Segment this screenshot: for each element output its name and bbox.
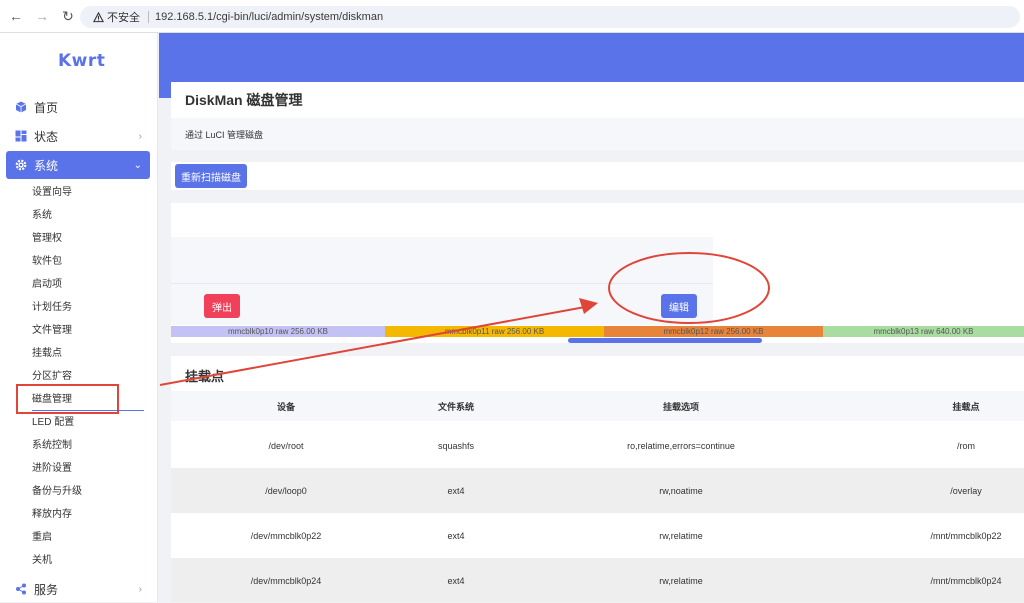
table-cell: /mnt/mmcblk0p22 — [930, 530, 1002, 541]
table-header: 设备 文件系统 挂载选项 挂载点 — [171, 391, 1024, 421]
url-text: 192.168.5.1/cgi-bin/luci/admin/system/di… — [155, 11, 384, 23]
table-cell: /dev/loop0 — [265, 485, 307, 496]
disk-actions-row — [171, 283, 713, 325]
table-cell: /dev/root — [268, 440, 304, 451]
gear-icon — [14, 158, 28, 172]
chevron-down-icon: ⌄ — [133, 159, 142, 171]
chevron-right-icon: › — [138, 583, 142, 595]
column-header: 挂载点 — [952, 401, 980, 412]
reload-icon[interactable]: ↻ — [58, 6, 78, 26]
horizontal-scrollbar[interactable] — [568, 338, 762, 343]
column-header: 文件系统 — [437, 401, 474, 412]
main-content: DiskMan 磁盘管理 通过 LuCI 管理磁盘 重新扫描磁盘 弹出 编辑 m… — [159, 33, 1024, 602]
table-cell: /dev/mmcblk0p22 — [250, 530, 322, 541]
table-cell: ext4 — [447, 575, 465, 586]
partition-bar[interactable]: mmcblk0p13 raw 640.00 KB — [823, 326, 1024, 337]
partition-bar[interactable]: mmcblk0p12 raw 256.00 KB — [604, 326, 823, 337]
table-cell: ro,relatime,errors=continue — [627, 440, 735, 451]
sidebar: Kwrt 首页 状态 › 系统 ⌄ 设置向导 系统 管理权 软件包 启动项 计划… — [0, 33, 158, 602]
forward-icon[interactable]: → — [32, 6, 52, 26]
sidebar-subitem[interactable]: 释放内存 — [32, 507, 72, 523]
table-cell: /dev/mmcblk0p24 — [250, 575, 322, 586]
dashboard-icon — [14, 129, 28, 143]
sidebar-item-label: 系统 — [34, 158, 59, 173]
page-title: DiskMan 磁盘管理 — [171, 82, 1024, 118]
cube-icon — [14, 100, 28, 114]
sidebar-subitem[interactable]: LED 配置 — [32, 415, 74, 431]
warning-icon — [92, 11, 104, 23]
page-description: 通过 LuCI 管理磁盘 — [171, 118, 1024, 150]
sidebar-subitem[interactable]: 进阶设置 — [32, 461, 72, 477]
table-row: /dev/root squashfs ro,relatime,errors=co… — [171, 423, 1024, 468]
partition-label: mmcblk0p10 raw 256.00 KB — [227, 327, 329, 336]
share-icon — [14, 582, 28, 596]
partition-label: mmcblk0p12 raw 256.00 KB — [663, 327, 764, 336]
sidebar-subitem[interactable]: 软件包 — [32, 254, 62, 270]
sidebar-item-label: 首页 — [34, 100, 59, 115]
table-row: /dev/loop0 ext4 rw,noatime /overlay — [171, 468, 1024, 513]
table-row: /dev/mmcblk0p24 ext4 rw,relatime /mnt/mm… — [171, 558, 1024, 602]
mounts-section: 挂载点 设备 文件系统 挂载选项 挂载点 /dev/root squashfs … — [171, 356, 1024, 602]
browser-toolbar: ← → ↻ 不安全 192.168.5.1/cgi-bin/luci/admin… — [0, 0, 1024, 33]
sidebar-subitem[interactable]: 系统 — [32, 208, 52, 224]
partition-bar[interactable]: mmcblk0p11 raw 256.00 KB — [385, 326, 604, 337]
annotation-highlight-box — [16, 384, 119, 414]
back-icon[interactable]: ← — [6, 6, 26, 26]
sidebar-subitem[interactable]: 重启 — [32, 530, 52, 546]
table-cell: ext4 — [447, 485, 465, 496]
sidebar-item-status[interactable]: 状态 › — [6, 122, 150, 150]
table-cell: /rom — [957, 440, 975, 451]
table-cell: /mnt/mmcblk0p24 — [930, 575, 1002, 586]
rescan-button[interactable]: 重新扫描磁盘 — [175, 164, 247, 188]
chevron-right-icon: › — [138, 130, 142, 142]
sidebar-item-services[interactable]: 服务 › — [6, 575, 150, 603]
partition-bar[interactable]: mmcblk0p10 raw 256.00 KB — [171, 326, 385, 337]
sidebar-item-home[interactable]: 首页 — [6, 93, 150, 121]
disk-section: 弹出 编辑 mmcblk0p10 raw 256.00 KB mmcblk0p1… — [171, 203, 1024, 343]
security-badge[interactable]: 不安全 — [86, 8, 146, 26]
logo: Kwrt — [58, 51, 106, 71]
rescan-section: 重新扫描磁盘 — [171, 162, 1024, 190]
table-cell: ext4 — [447, 530, 465, 541]
edit-button[interactable]: 编辑 — [661, 294, 697, 318]
sidebar-subitem[interactable]: 系统控制 — [32, 438, 72, 454]
sidebar-subitem[interactable]: 挂载点 — [32, 346, 62, 362]
table-cell: rw,relatime — [659, 575, 703, 586]
sidebar-subitem[interactable]: 备份与升级 — [32, 484, 82, 500]
table-cell: rw,relatime — [659, 530, 703, 541]
partition-label: mmcblk0p13 raw 640.00 KB — [873, 327, 974, 336]
sidebar-subitem[interactable]: 设置向导 — [32, 185, 72, 201]
eject-button[interactable]: 弹出 — [204, 294, 240, 318]
table-cell: squashfs — [437, 440, 475, 451]
table-cell: rw,noatime — [659, 485, 703, 496]
table-cell: /overlay — [950, 485, 982, 496]
sidebar-subitem[interactable]: 分区扩容 — [32, 369, 72, 385]
column-header: 挂载选项 — [662, 401, 699, 412]
security-label: 不安全 — [107, 12, 140, 24]
sidebar-item-label: 状态 — [34, 129, 59, 144]
sidebar-subitem[interactable]: 关机 — [32, 553, 52, 569]
address-bar[interactable]: 不安全 192.168.5.1/cgi-bin/luci/admin/syste… — [80, 6, 1020, 28]
column-header: 设备 — [276, 401, 295, 412]
section-title: 挂载点 — [185, 369, 225, 384]
partition-label: mmcblk0p11 raw 256.00 KB — [444, 327, 545, 336]
sidebar-item-label: 服务 — [34, 582, 59, 597]
sidebar-subitem[interactable]: 文件管理 — [32, 323, 72, 339]
sidebar-item-system[interactable]: 系统 ⌄ — [6, 151, 150, 179]
sidebar-subitem[interactable]: 计划任务 — [32, 300, 72, 316]
table-row: /dev/mmcblk0p22 ext4 rw,relatime /mnt/mm… — [171, 513, 1024, 558]
sidebar-subitem[interactable]: 管理权 — [32, 231, 62, 247]
sidebar-subitem[interactable]: 启动项 — [32, 277, 62, 293]
disk-info-row — [171, 237, 713, 283]
